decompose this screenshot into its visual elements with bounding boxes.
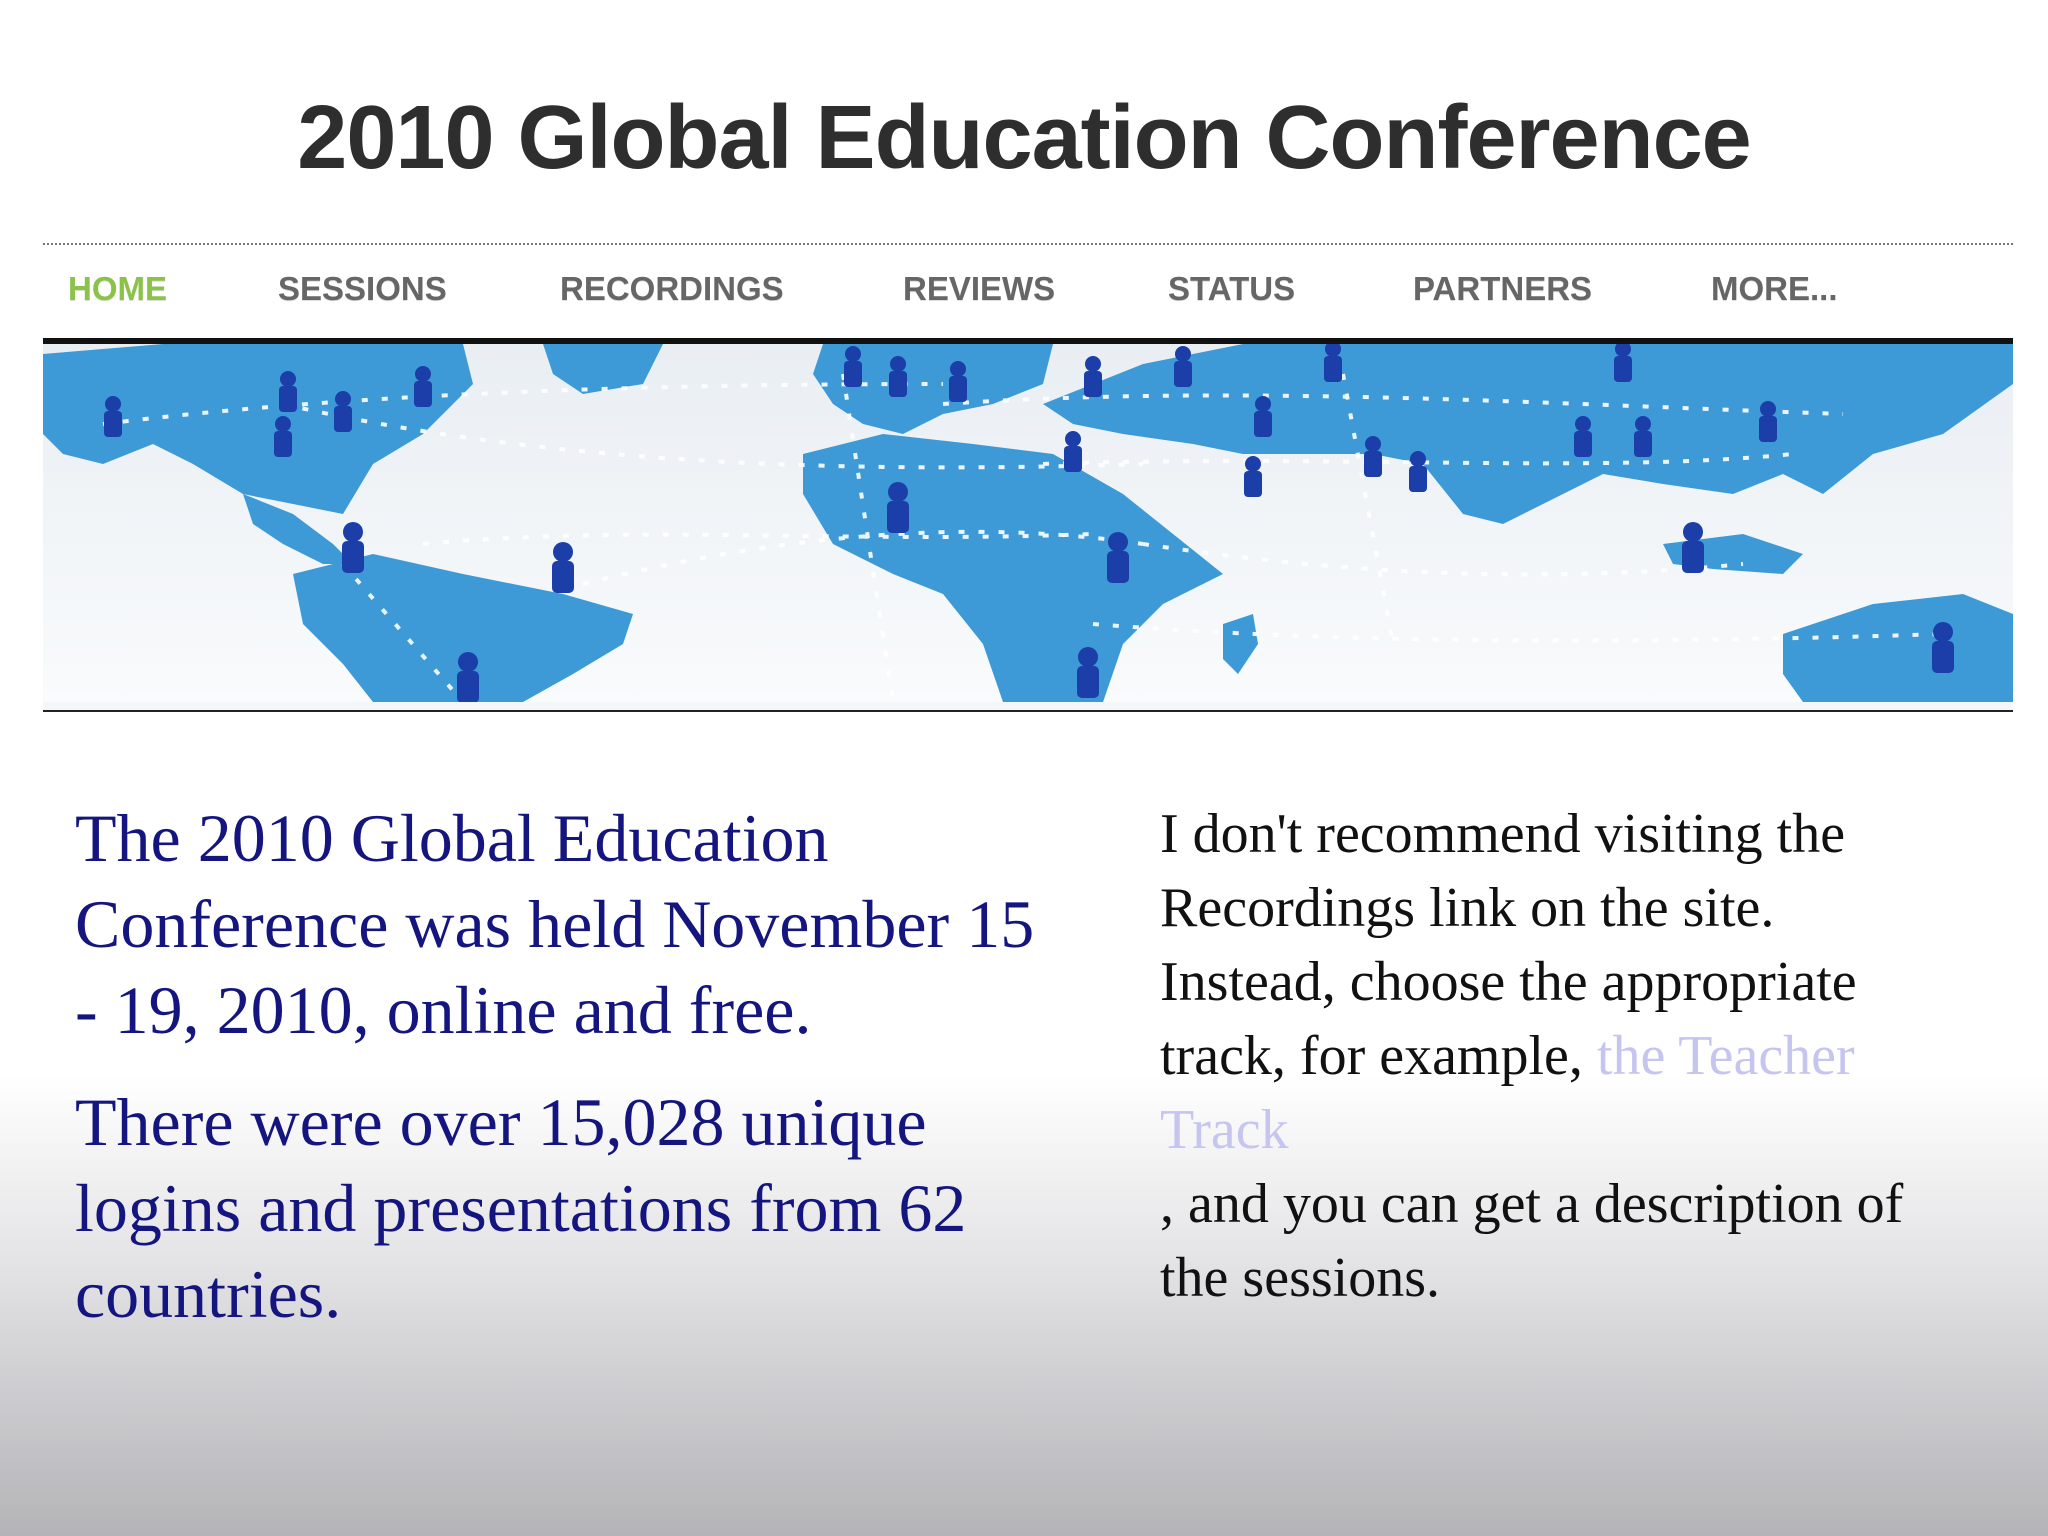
world-map-banner [43, 338, 2013, 712]
nav-partners[interactable]: PARTNERS [1413, 270, 1592, 308]
summary-paragraph-stats: There were over 15,028 unique logins and… [75, 1084, 967, 1332]
summary-paragraph-dates: The 2010 Global Education Conference was… [75, 800, 1035, 1048]
nav-more[interactable]: MORE... [1711, 270, 1838, 308]
recordings-advice: I don't recommend visiting the Recording… [1160, 797, 1920, 1315]
conference-summary: The 2010 Global Education Conference was… [75, 795, 1035, 1363]
advice-text-after: , and you can get a description of the s… [1160, 1173, 1904, 1309]
nav-recordings[interactable]: RECORDINGS [560, 270, 784, 308]
nav-sessions[interactable]: SESSIONS [278, 270, 447, 308]
world-map-with-people-icon [43, 344, 2013, 702]
main-nav: HOME SESSIONS RECORDINGS REVIEWS STATUS … [43, 270, 2013, 318]
header-divider [43, 243, 2013, 245]
site-title: 2010 Global Education Conference [297, 88, 1751, 188]
nav-home[interactable]: HOME [68, 270, 167, 308]
nav-reviews[interactable]: REVIEWS [903, 270, 1055, 308]
nav-status[interactable]: STATUS [1168, 270, 1295, 308]
